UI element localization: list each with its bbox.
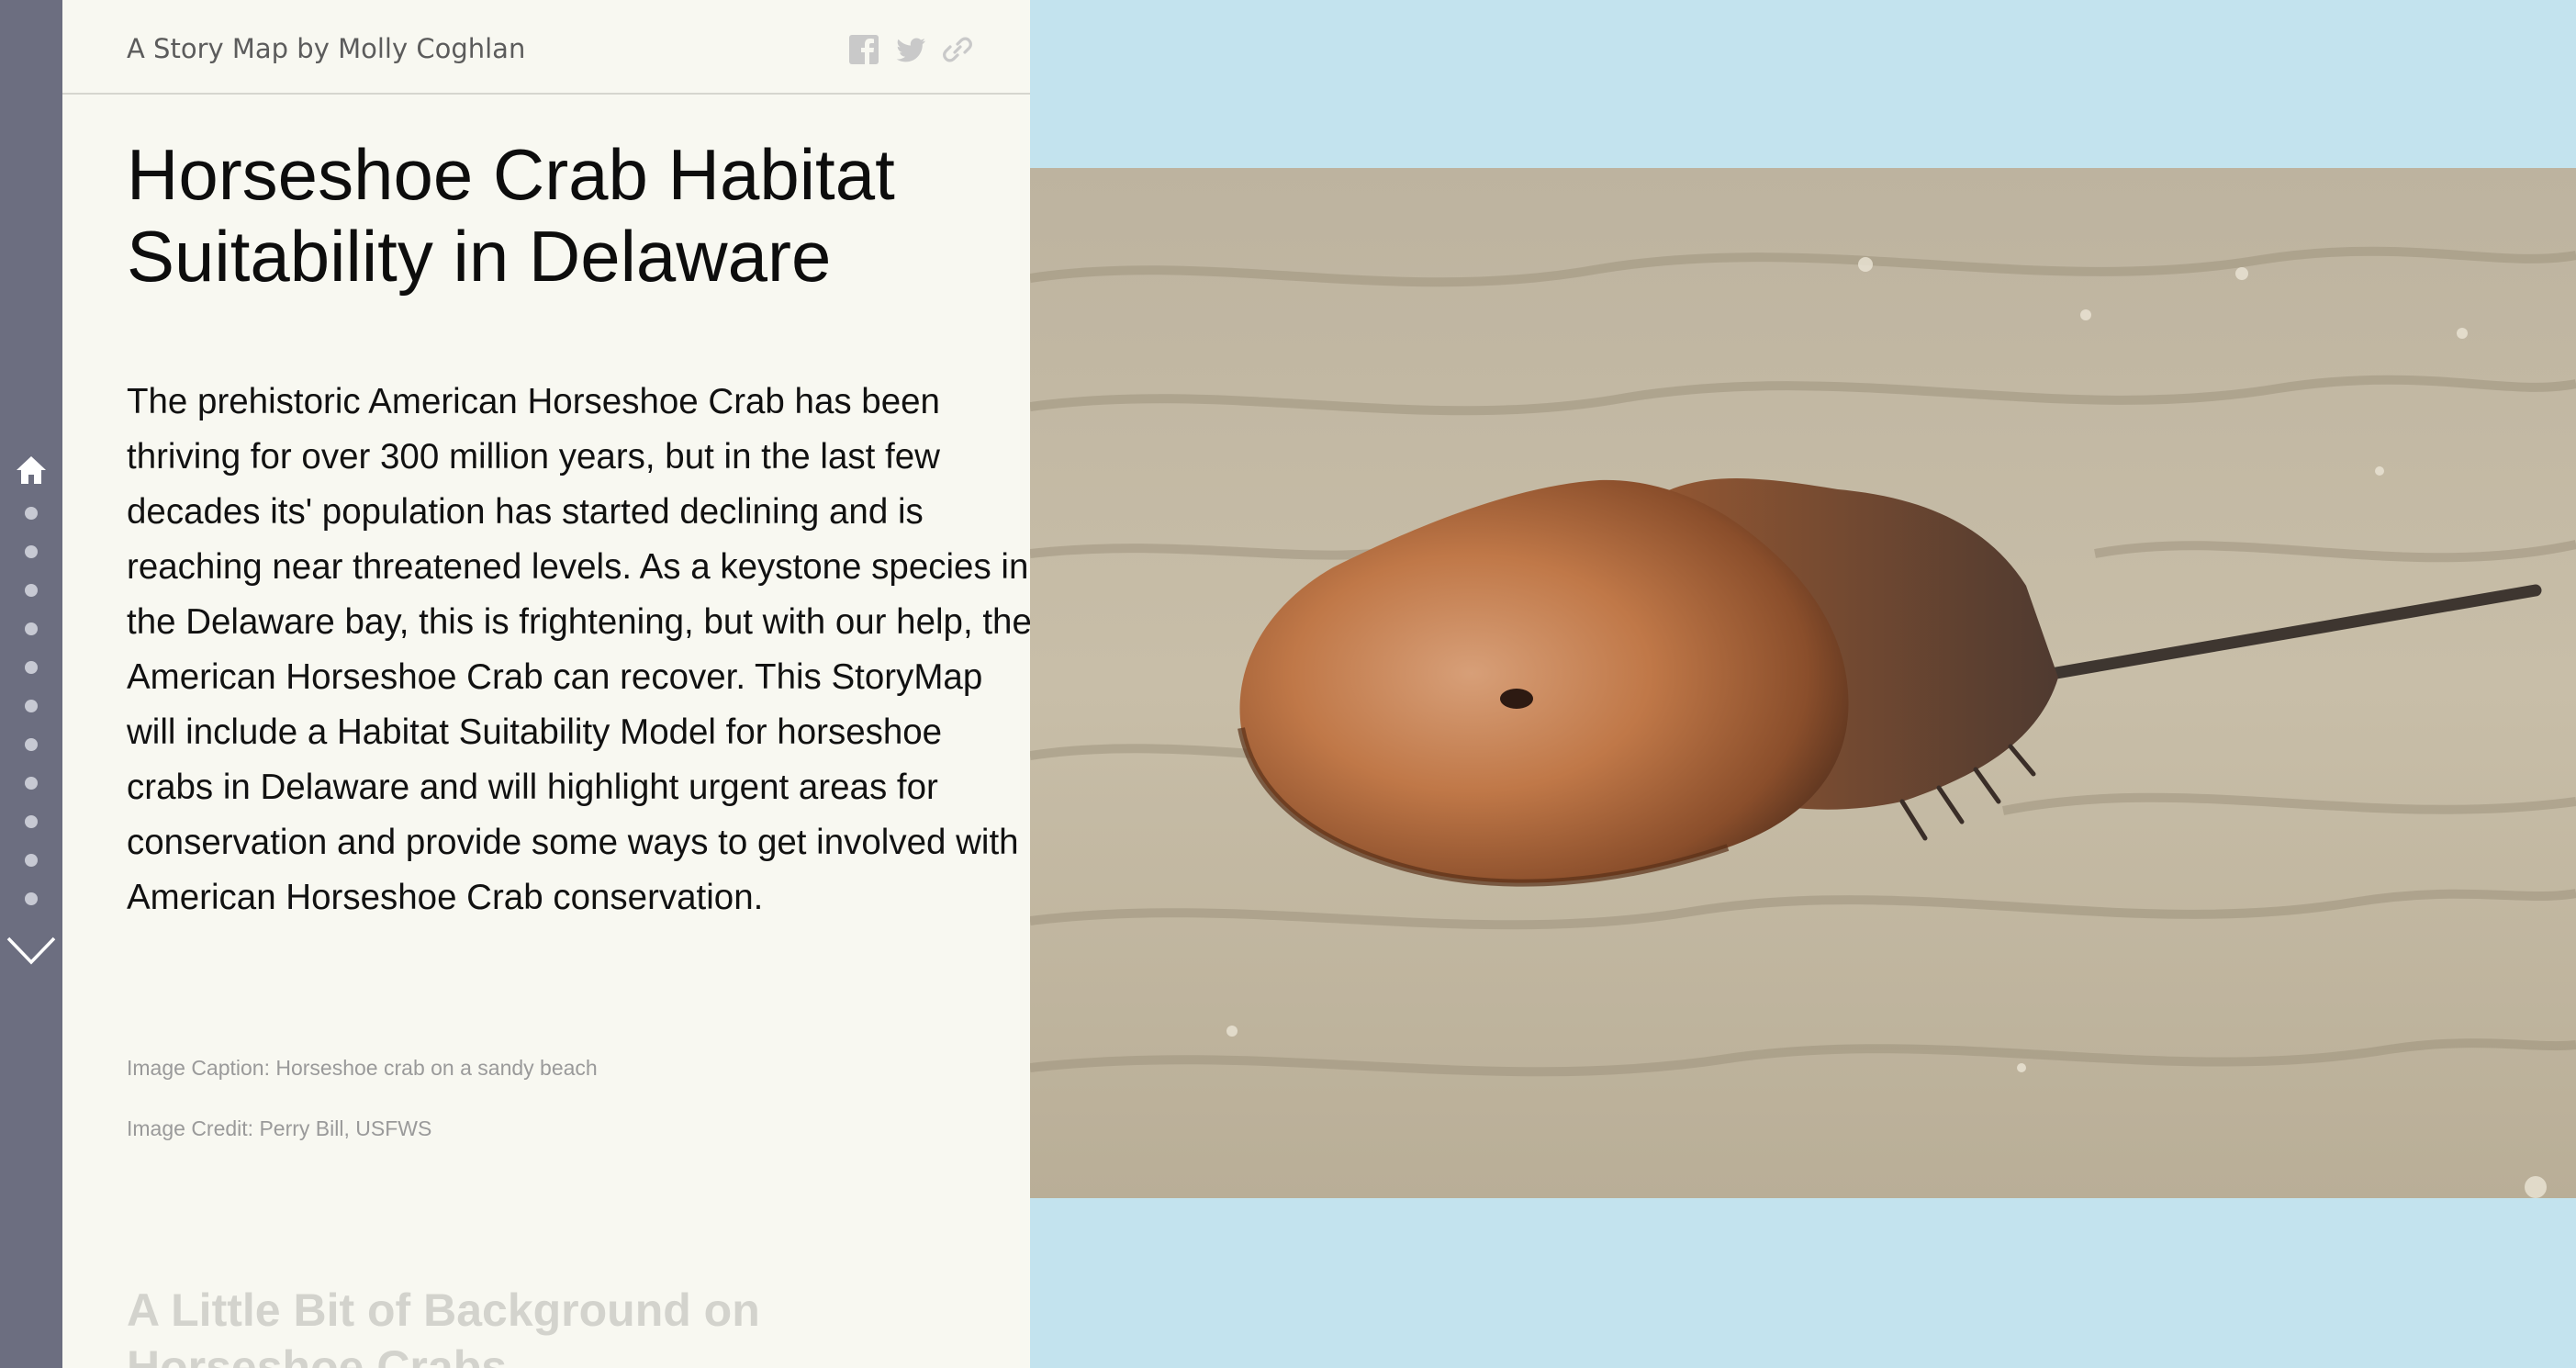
chevron-down-icon[interactable] <box>6 935 57 968</box>
story-intro-text: The prehistoric American Horseshoe Crab … <box>127 382 1030 917</box>
section-nav-dot[interactable] <box>25 584 38 597</box>
section-nav-dot[interactable] <box>25 892 38 905</box>
section-nav-dot[interactable] <box>25 545 38 558</box>
image-caption: Image Caption: Horseshoe crab on a sandy… <box>127 1056 598 1080</box>
section-nav-rail <box>0 0 62 1368</box>
narrative-panel: A Story Map by Molly Coghlan Horseshoe C… <box>62 0 1030 1368</box>
section-nav-dot[interactable] <box>25 738 38 751</box>
link-icon[interactable] <box>941 33 974 66</box>
next-section-title: A Little Bit of Background on Horseshoe … <box>127 1284 760 1368</box>
story-map-app: A Story Map by Molly Coghlan Horseshoe C… <box>0 0 2576 1368</box>
section-nav-dot[interactable] <box>25 507 38 520</box>
section-nav-dot[interactable] <box>25 815 38 828</box>
story-title: Horseshoe Crab Habitat Suitability in De… <box>127 134 895 297</box>
story-header: A Story Map by Molly Coghlan <box>62 0 1030 95</box>
section-nav-dot[interactable] <box>25 777 38 790</box>
home-icon[interactable] <box>15 454 48 487</box>
section-nav-dot[interactable] <box>25 854 38 867</box>
section-nav-dot[interactable] <box>25 622 38 635</box>
facebook-icon[interactable] <box>847 33 880 66</box>
twitter-icon[interactable] <box>894 33 927 66</box>
section-nav-dot[interactable] <box>25 661 38 674</box>
byline: A Story Map by Molly Coghlan <box>127 33 526 64</box>
image-credit: Image Credit: Perry Bill, USFWS <box>127 1116 432 1140</box>
main-stage <box>1030 0 2576 1368</box>
section-nav-dot[interactable] <box>25 700 38 712</box>
horseshoe-crab-photo <box>1030 168 2576 1198</box>
